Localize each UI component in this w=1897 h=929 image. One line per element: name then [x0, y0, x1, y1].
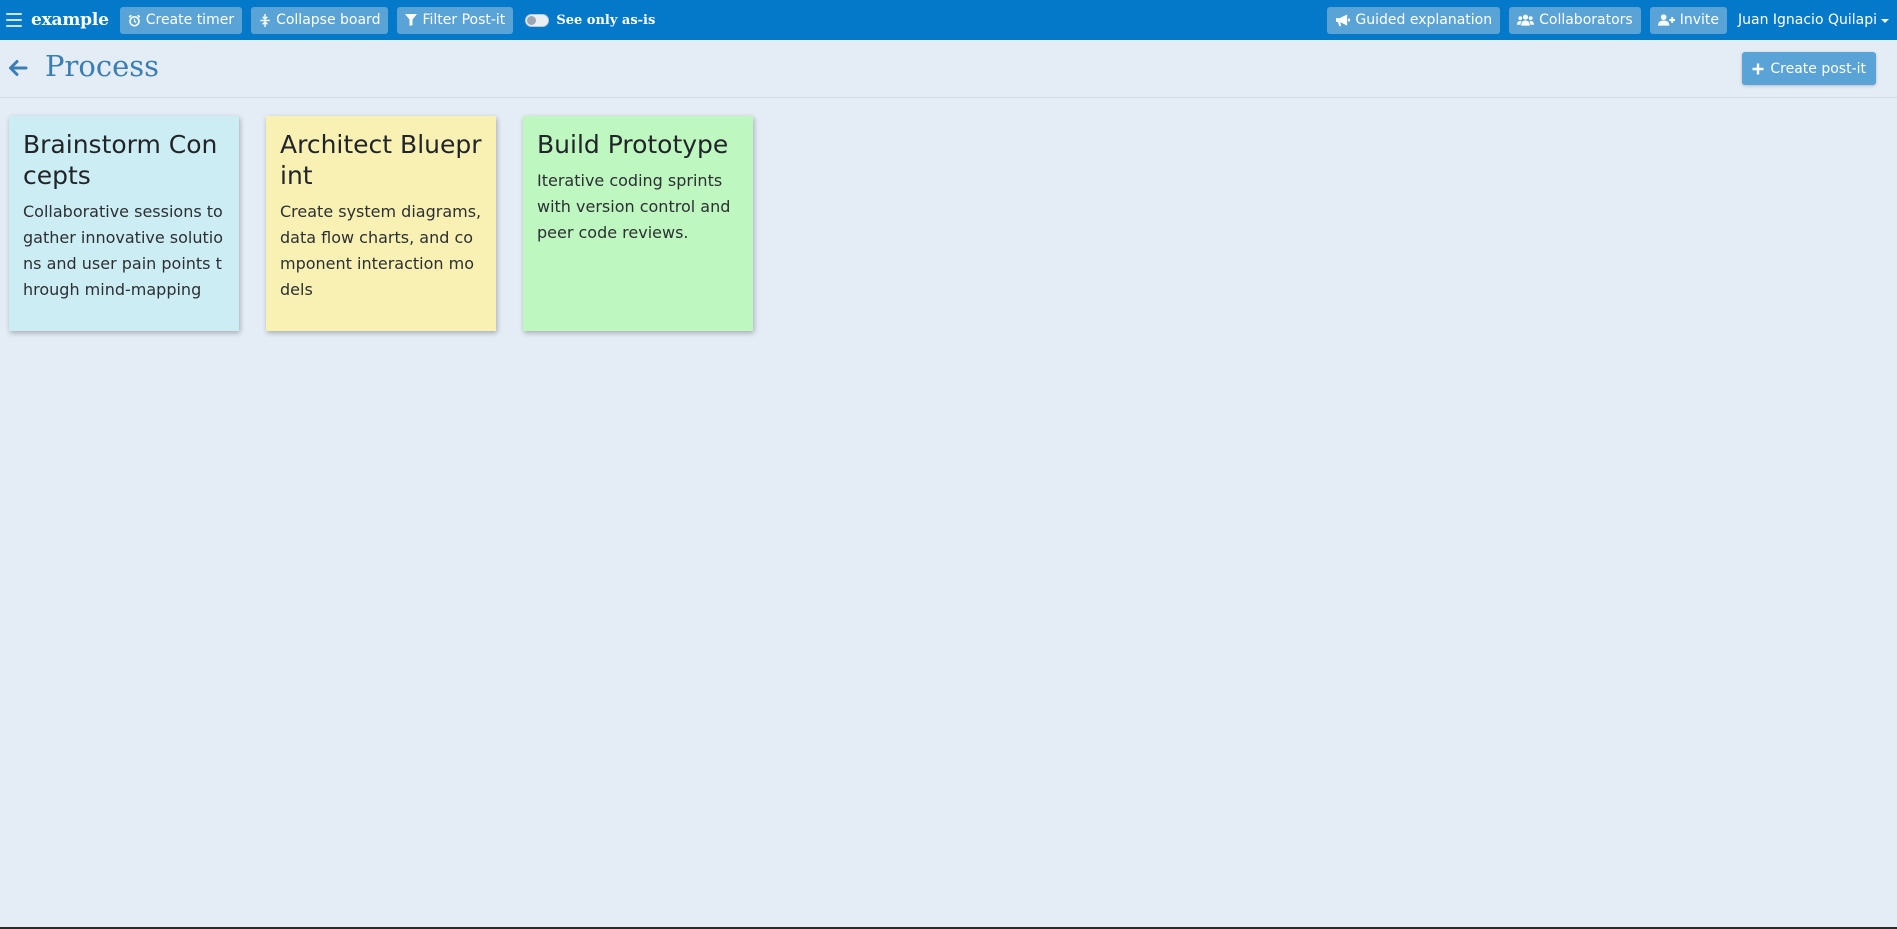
brand-logo[interactable]: example [31, 10, 109, 30]
postit-description: Iterative coding sprints with version co… [537, 171, 731, 242]
postit-description: Create system diagrams, data flow charts… [280, 202, 482, 299]
filter-icon [405, 14, 418, 26]
user-plus-icon [1657, 14, 1675, 26]
collapse-board-button[interactable]: Collapse board [251, 6, 389, 34]
see-only-as-is-toggle-group: See only as-is [525, 13, 655, 28]
navbar-right-group: Guided explanation Collaborators Invite [1327, 6, 1889, 34]
invite-label: Invite [1679, 12, 1719, 28]
create-timer-label: Create timer [145, 12, 235, 28]
page-header: Process Create post-it [0, 40, 1897, 98]
user-name: Juan Ignacio Quilapi [1737, 12, 1877, 28]
caret-down-icon [1881, 18, 1889, 23]
filter-postit-button[interactable]: Filter Post-it [397, 6, 514, 34]
alarm-clock-icon [128, 14, 141, 27]
top-navbar: example Create timer Collapse board Filt… [0, 0, 1897, 40]
back-arrow-icon[interactable] [8, 59, 28, 77]
collaborators-button[interactable]: Collaborators [1509, 6, 1641, 34]
navbar-left-group: example Create timer Collapse board Filt… [6, 6, 655, 34]
invite-button[interactable]: Invite [1649, 6, 1727, 34]
create-postit-button[interactable]: Create post-it [1742, 52, 1876, 85]
postit-title: Brainstorm Concepts [23, 130, 218, 190]
collaborators-label: Collaborators [1539, 12, 1633, 28]
compress-icon [260, 13, 270, 27]
create-postit-label: Create post-it [1770, 60, 1866, 77]
postit-card[interactable]: Brainstorm Concepts Collaborative sessio… [9, 116, 239, 331]
page-title: Process [45, 49, 160, 83]
guided-explanation-label: Guided explanation [1355, 12, 1493, 28]
postit-title: Build Prototype [537, 130, 729, 159]
postit-board: Brainstorm Concepts Collaborative sessio… [9, 116, 753, 331]
hamburger-menu-icon[interactable] [6, 13, 22, 27]
postit-card[interactable]: Architect Blueprint Create system diagra… [266, 116, 496, 331]
bullhorn-icon [1336, 13, 1351, 26]
collapse-board-label: Collapse board [276, 12, 381, 28]
user-menu-dropdown[interactable]: Juan Ignacio Quilapi [1738, 12, 1889, 28]
see-only-as-is-toggle[interactable] [525, 13, 550, 27]
create-timer-button[interactable]: Create timer [119, 6, 243, 34]
toggle-knob [527, 15, 537, 25]
filter-postit-label: Filter Post-it [422, 12, 506, 28]
guided-explanation-button[interactable]: Guided explanation [1327, 6, 1501, 34]
users-icon [1517, 14, 1535, 26]
plus-icon [1752, 63, 1764, 74]
postit-card[interactable]: Build Prototype Iterative coding sprints… [523, 116, 753, 331]
postit-title: Architect Blueprint [280, 130, 482, 190]
postit-description: Collaborative sessions to gather innovat… [23, 202, 224, 299]
see-only-as-is-label: See only as-is [556, 12, 656, 28]
